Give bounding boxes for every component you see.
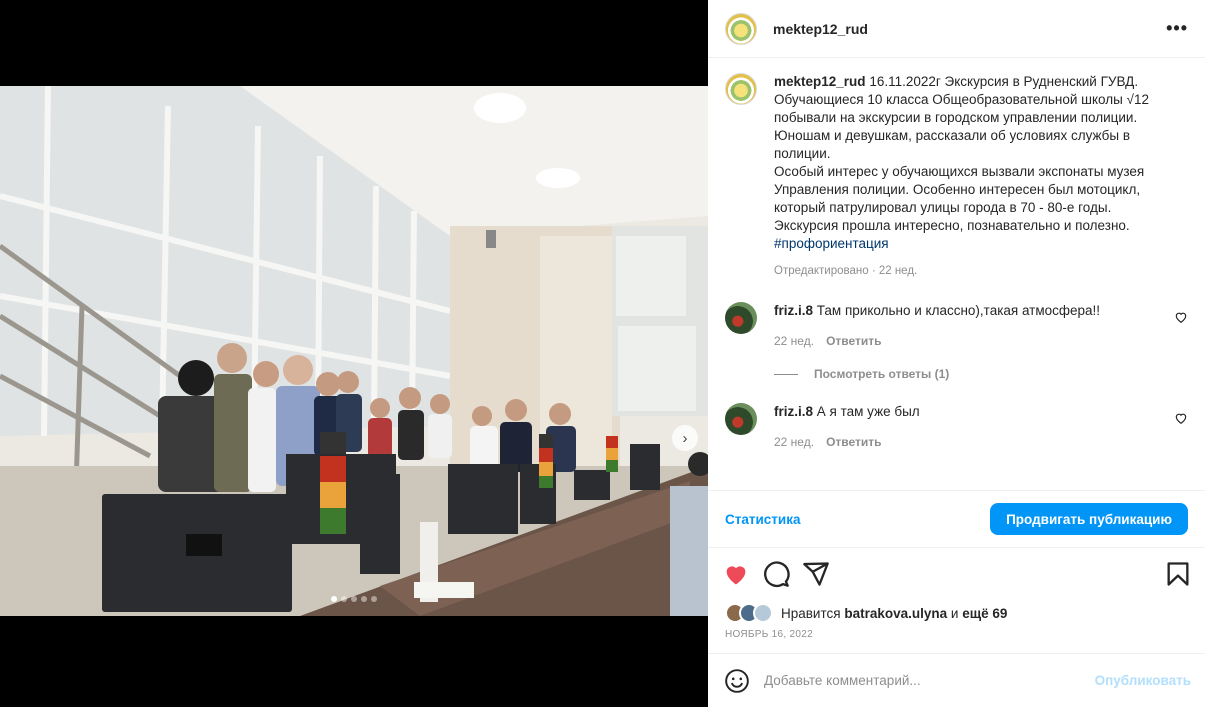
- media-pane: ›: [0, 0, 708, 707]
- reply-divider-line: [774, 373, 798, 375]
- author-username[interactable]: mektep12_rud: [773, 21, 868, 37]
- commenter-username[interactable]: friz.i.8: [774, 404, 813, 419]
- caption-line-2: Обучающиеся 10 класса Общеобразовательно…: [774, 92, 1149, 161]
- likes-rest[interactable]: ещё 69: [962, 606, 1007, 621]
- post-details-panel: mektep12_rud ••• mektep12_rud 16.11.2022…: [708, 0, 1205, 707]
- carousel-dot: [351, 596, 357, 602]
- comments-section[interactable]: mektep12_rud 16.11.2022г Экскурсия в Руд…: [708, 59, 1205, 489]
- author-avatar[interactable]: [725, 12, 757, 45]
- comment-item: friz.i.8 Там прикольно и классно),такая …: [725, 302, 1188, 350]
- post-photo[interactable]: ›: [0, 86, 708, 616]
- comment-item: friz.i.8 А я там уже был 22 нед. Ответит…: [725, 403, 1188, 451]
- comment-icon[interactable]: [762, 560, 790, 588]
- insights-link[interactable]: Статистика: [725, 512, 800, 527]
- post-header: mektep12_rud •••: [708, 0, 1205, 58]
- likes-conj: и: [950, 605, 959, 621]
- comment-text: Там прикольно и классно),такая атмосфера…: [816, 303, 1101, 318]
- caption-author-username[interactable]: mektep12_rud: [774, 74, 866, 89]
- reply-button[interactable]: Ответить: [826, 433, 881, 451]
- caption-author-avatar[interactable]: [725, 73, 757, 105]
- edited-meta: Отредактировано · 22 нед.: [774, 265, 918, 277]
- view-replies-button[interactable]: Посмотреть ответы (1): [774, 367, 1188, 381]
- caption-line-4: Экскурсия прошла интересно, познавательн…: [774, 218, 1130, 233]
- next-slide-button[interactable]: ›: [672, 425, 698, 451]
- likes-summary[interactable]: Нравится batrakova.ulyna и ещё 69: [725, 603, 1007, 623]
- photo-scene: [0, 86, 708, 616]
- carousel-dot: [361, 596, 367, 602]
- post-caption: mektep12_rud 16.11.2022г Экскурсия в Руд…: [725, 73, 1188, 280]
- more-options-icon[interactable]: •••: [1166, 18, 1188, 39]
- publish-comment-button[interactable]: Опубликовать: [1095, 673, 1191, 688]
- share-icon[interactable]: [802, 560, 830, 588]
- carousel-indicator: [0, 596, 708, 602]
- comment-like-icon[interactable]: [1174, 411, 1188, 425]
- commenter-avatar[interactable]: [725, 302, 757, 334]
- post-date[interactable]: Ноябрь 16, 2022: [725, 629, 813, 640]
- commenter-username[interactable]: friz.i.8: [774, 303, 813, 318]
- comment-like-icon[interactable]: [1174, 310, 1188, 324]
- caption-line-3: Особый интерес у обучающихся вызвали экс…: [774, 164, 1145, 215]
- carousel-dot: [341, 596, 347, 602]
- comment-text: А я там уже был: [816, 404, 920, 419]
- reply-button[interactable]: Ответить: [826, 332, 881, 350]
- carousel-dot: [371, 596, 377, 602]
- chevron-right-icon: ›: [682, 429, 688, 447]
- comment-time: 22 нед.: [774, 435, 815, 449]
- view-replies-label: Посмотреть ответы (1): [814, 367, 950, 381]
- caption-line-1: 16.11.2022г Экскурсия в Рудненский ГУВД.: [869, 74, 1139, 89]
- liked-heart-icon[interactable]: [722, 560, 750, 588]
- bookmark-icon[interactable]: [1164, 560, 1192, 588]
- owner-stats-bar: Статистика Продвигать публикацию: [708, 490, 1205, 548]
- promote-post-button[interactable]: Продвигать публикацию: [990, 503, 1188, 535]
- liker-avatar: [753, 603, 773, 623]
- hashtag-link[interactable]: #профориентация: [774, 236, 889, 251]
- carousel-dot: [331, 596, 337, 602]
- commenter-avatar[interactable]: [725, 403, 757, 435]
- liker-avatars: [725, 603, 773, 623]
- post-actions: [722, 556, 1192, 592]
- emoji-icon[interactable]: [724, 668, 750, 694]
- likes-user[interactable]: batrakova.ulyna: [844, 606, 947, 621]
- comment-time: 22 нед.: [774, 334, 815, 348]
- comment-composer: Опубликовать: [708, 653, 1205, 707]
- comment-input[interactable]: [764, 673, 1095, 688]
- likes-prefix: Нравится: [781, 605, 841, 621]
